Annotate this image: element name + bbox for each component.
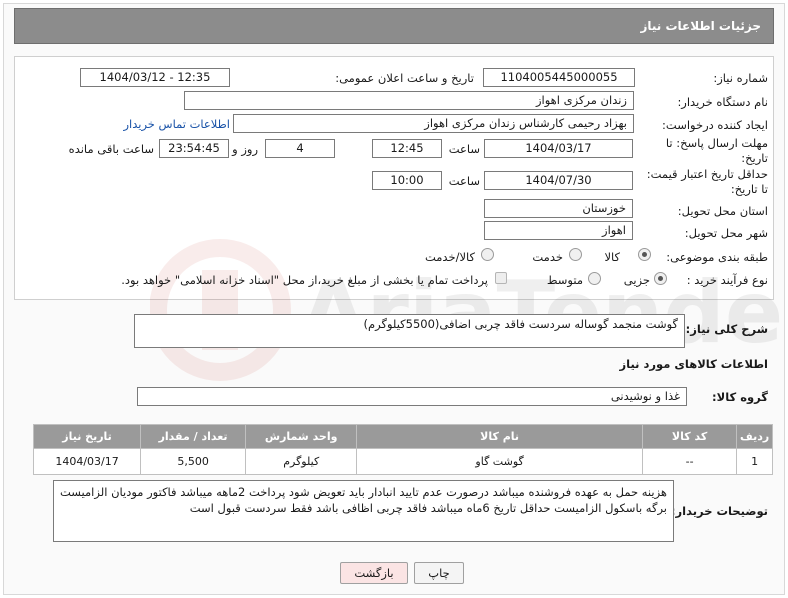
buyer-field[interactable]: زندان مرکزی اهواز [184, 91, 634, 110]
category-option-service: خدمت [532, 250, 563, 264]
process-option-minor: جزیی [623, 273, 650, 287]
goods-table: ردیف کد کالا نام کالا واحد شمارش تعداد /… [32, 424, 773, 475]
col-qty: تعداد / مقدار [140, 424, 247, 449]
page-title: جزئیات اطلاعات نیاز [640, 19, 761, 33]
goods-group-label: گروه کالا: [712, 390, 768, 404]
description-field[interactable]: گوشت منجمد گوساله سردست فاقد چربی اضافی(… [134, 314, 685, 348]
col-name: نام کالا [356, 424, 643, 449]
deadline-label: مهلت ارسال پاسخ: تا [665, 136, 768, 150]
col-row: ردیف [736, 424, 773, 449]
validity-label-date: تا تاریخ: [730, 182, 768, 196]
process-label: نوع فرآیند خرید : [686, 273, 768, 287]
validity-time-field[interactable]: 10:00 [372, 171, 442, 190]
city-field[interactable]: اهواز [484, 221, 633, 240]
deadline-time-field[interactable]: 12:45 [372, 139, 442, 158]
notes-field[interactable]: هزینه حمل به عهده فروشنده میباشد درصورت … [53, 480, 674, 542]
col-code: کد کالا [641, 424, 738, 449]
process-option-medium: متوسط [546, 273, 583, 287]
col-unit: واحد شمارش [245, 424, 358, 449]
deadline-date-field[interactable]: 1404/03/17 [484, 139, 633, 158]
cell-unit: کیلوگرم [245, 448, 358, 475]
category-option-goods: کالا [604, 250, 620, 264]
announce-label: تاریخ و ساعت اعلان عمومی: [335, 71, 474, 85]
category-radio-goods[interactable] [638, 248, 651, 261]
col-date: تاریخ نیاز [32, 424, 142, 449]
category-label: طبقه بندی موضوعی: [666, 250, 768, 264]
buyer-contact-link[interactable]: اطلاعات تماس خریدار [123, 117, 230, 131]
announce-field[interactable]: 1404/03/12 - 12:35 [80, 68, 230, 87]
validity-date-field[interactable]: 1404/07/30 [484, 171, 633, 190]
city-label: شهر محل تحویل: [684, 226, 768, 240]
cell-date: 1404/03/17 [32, 448, 142, 475]
goods-group-field[interactable]: غذا و نوشیدنی [137, 387, 687, 406]
goods-table-header: ردیف کد کالا نام کالا واحد شمارش تعداد /… [32, 424, 773, 449]
cell-code: -- [641, 448, 738, 475]
province-label: استان محل تحویل: [677, 204, 768, 218]
treasury-payment-checkbox[interactable] [495, 272, 507, 284]
cell-qty: 5,500 [140, 448, 247, 475]
print-button[interactable]: چاپ [414, 562, 464, 584]
creator-field[interactable]: بهزاد رحیمی کارشناس زندان مرکزی اهواز [233, 114, 634, 133]
validity-time-label: ساعت [448, 174, 480, 188]
buyer-label: نام دستگاه خریدار: [677, 95, 768, 109]
back-button[interactable]: بازگشت [340, 562, 408, 584]
cell-row: 1 [736, 448, 773, 475]
process-radio-medium[interactable] [588, 272, 601, 285]
table-row[interactable]: 1 -- گوشت گاو کیلوگرم 5,500 1404/03/17 [32, 448, 773, 475]
deadline-label-date: تاریخ: [741, 151, 768, 165]
need-number-label: شماره نیاز: [713, 71, 768, 85]
remaining-label: ساعت باقی مانده [68, 142, 154, 156]
validity-label: حداقل تاریخ اعتبار قیمت: [646, 167, 768, 181]
creator-label: ایجاد کننده درخواست: [662, 118, 768, 132]
days-label: روز و [232, 142, 258, 156]
notes-label: توضیحات خریدار: [670, 504, 768, 518]
province-field[interactable]: خوزستان [484, 199, 633, 218]
category-option-both: کالا/خدمت [424, 250, 475, 264]
process-radio-minor[interactable] [654, 272, 667, 285]
deadline-time-label: ساعت [448, 142, 480, 156]
treasury-payment-note: پرداخت تمام یا بخشی از مبلغ خرید،از محل … [121, 273, 488, 287]
days-field[interactable]: 4 [265, 139, 335, 158]
page-header: جزئیات اطلاعات نیاز [14, 8, 774, 44]
cell-name: گوشت گاو [356, 448, 643, 475]
need-number-field[interactable]: 1104005445000055 [483, 68, 635, 87]
category-radio-service[interactable] [569, 248, 582, 261]
remaining-time-field[interactable]: 23:54:45 [159, 139, 229, 158]
description-label: شرح کلی نیاز: [685, 322, 768, 336]
goods-section-title: اطلاعات کالاهای مورد نیاز [619, 357, 768, 371]
category-radio-both[interactable] [481, 248, 494, 261]
